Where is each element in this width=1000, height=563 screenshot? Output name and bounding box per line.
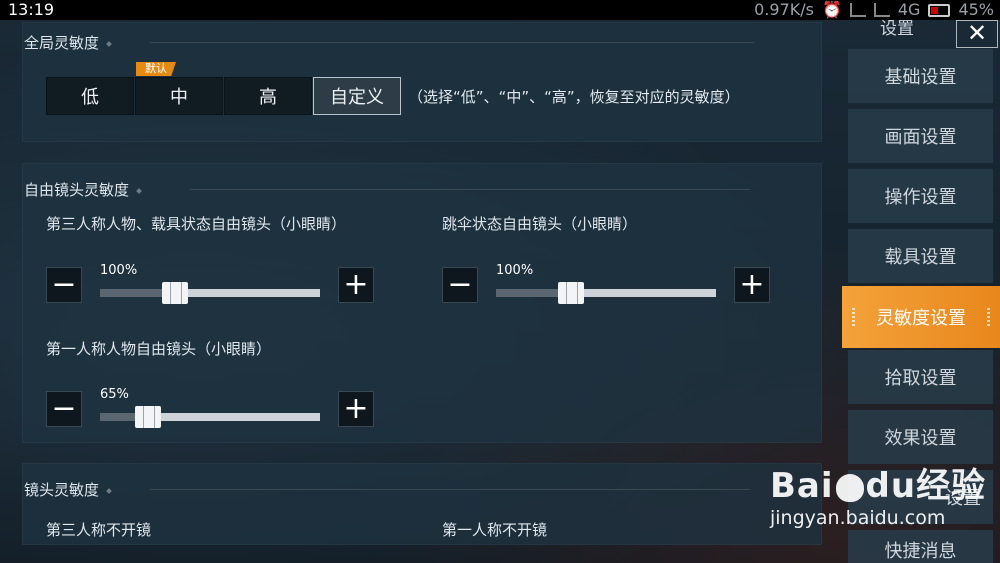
sidebar-item-controls[interactable]: 操作设置 — [848, 169, 993, 223]
watermark-url: jingyan.baidu.com — [770, 507, 946, 529]
first-person-plus-button[interactable]: + — [338, 391, 374, 427]
battery-icon — [928, 3, 951, 17]
preset-low-button[interactable]: 低 — [46, 77, 134, 115]
first-person-minus-button[interactable]: − — [46, 391, 82, 427]
first-person-freelook-label: 第一人称人物自由镜头（小眼睛） — [46, 340, 272, 358]
free-look-title: 自由镜头灵敏度 — [24, 179, 142, 200]
status-time: 13:19 — [8, 0, 55, 19]
slider-thumb[interactable] — [161, 282, 188, 304]
diamond-icon — [106, 487, 112, 494]
battery-level: 45% — [958, 0, 994, 19]
sidebar-item-pickup[interactable]: 拾取设置 — [848, 350, 993, 404]
divider — [150, 42, 754, 43]
first-person-slider[interactable] — [100, 406, 320, 428]
status-bar: 13:19 0.97K/s ⏰ 4G 45% — [0, 0, 1000, 20]
sidebar-item-quick-message[interactable]: 快捷消息 — [848, 530, 993, 563]
third-person-freelook-label: 第三人称人物、载具状态自由镜头（小眼睛） — [46, 215, 347, 233]
third-person-slider[interactable] — [100, 282, 320, 304]
default-tag: 默认 — [136, 62, 176, 76]
sidebar-item-vehicle[interactable]: 载具设置 — [848, 229, 993, 283]
parachute-freelook-label: 跳伞状态自由镜头（小眼睛） — [442, 215, 638, 233]
diamond-icon — [136, 187, 142, 194]
watermark-logo: Bai du经验 — [770, 466, 987, 506]
preset-custom-button[interactable]: 自定义 — [313, 77, 401, 115]
third-person-no-scope-label: 第三人称不开镜 — [46, 521, 152, 539]
preset-medium-button[interactable]: 中 — [135, 77, 223, 115]
third-person-minus-button[interactable]: − — [46, 267, 82, 303]
slider-thumb[interactable] — [557, 282, 584, 304]
parachute-minus-button[interactable]: − — [442, 267, 478, 303]
sidebar-item-effects[interactable]: 效果设置 — [848, 410, 993, 464]
diamond-icon — [106, 40, 112, 47]
alarm-icon: ⏰ — [821, 0, 842, 19]
sidebar-item-sensitivity[interactable]: 灵敏度设置 — [842, 286, 1000, 348]
lens-sensitivity-title: 镜头灵敏度 — [24, 479, 112, 500]
baidu-watermark: Bai du经验 jingyan.baidu.com — [770, 458, 986, 529]
parachute-slider[interactable] — [496, 282, 716, 304]
divider — [190, 189, 750, 190]
preset-hint: （选择“低”、“中”、“高”，恢复至对应的灵敏度） — [408, 88, 740, 106]
close-button[interactable]: ✕ — [956, 20, 998, 48]
status-right: 0.97K/s ⏰ 4G 45% — [754, 0, 994, 20]
sidebar-item-graphics[interactable]: 画面设置 — [848, 109, 993, 163]
sidebar-header: 设置 — [880, 19, 914, 39]
third-person-plus-button[interactable]: + — [338, 267, 374, 303]
parachute-value: 100% — [496, 263, 534, 278]
slider-thumb[interactable] — [135, 406, 162, 428]
free-look-panel — [22, 163, 822, 443]
sidebar-item-basic[interactable]: 基础设置 — [848, 49, 993, 103]
parachute-plus-button[interactable]: + — [734, 267, 770, 303]
net-speed: 0.97K/s — [754, 0, 814, 19]
global-sensitivity-title: 全局灵敏度 — [24, 32, 112, 53]
third-person-value: 100% — [100, 263, 138, 278]
preset-high-button[interactable]: 高 — [224, 77, 312, 115]
signal-icon — [849, 3, 866, 17]
first-person-value: 65% — [100, 387, 129, 402]
divider — [150, 489, 750, 490]
first-person-no-scope-label: 第一人称不开镜 — [442, 521, 548, 539]
paw-icon — [835, 473, 864, 502]
